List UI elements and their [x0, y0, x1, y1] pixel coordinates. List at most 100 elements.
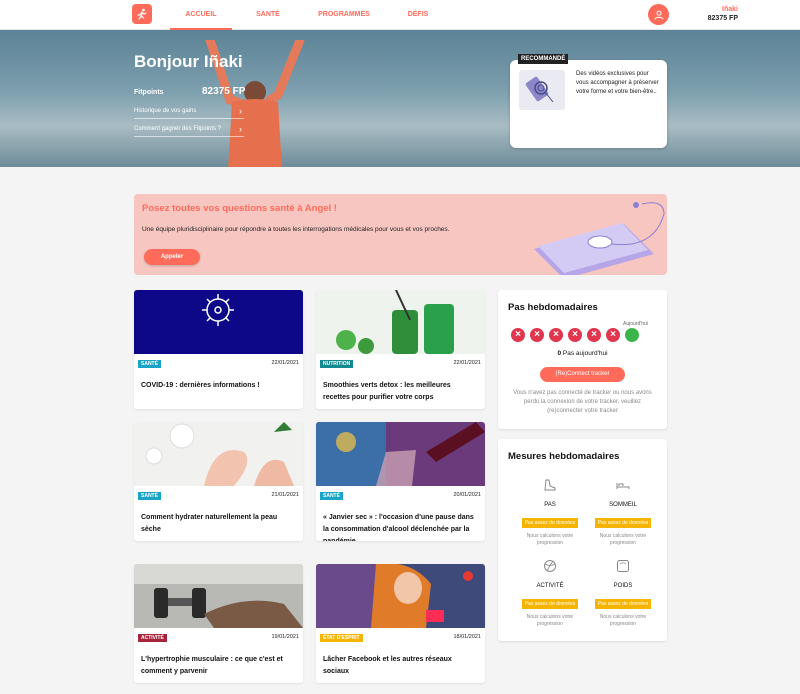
steps-today-value: 0: [557, 350, 562, 357]
nav-tab-defis[interactable]: DÉFIS: [386, 0, 450, 30]
today-progress-icon: [625, 328, 639, 342]
not-enough-data-badge: Pas assez de données: [594, 518, 652, 528]
user-fitpoints: 82375 FP: [707, 15, 738, 22]
runner-icon: [137, 8, 147, 20]
article-card-6[interactable]: ÉTAT D'ESPRIT 18/01/2021 Lâcher Facebook…: [316, 564, 485, 683]
shoe-icon: [544, 479, 556, 491]
skip-recommendation-label: Passer La Recommandation: [554, 126, 642, 133]
not-enough-data-badge: Pas assez de données: [521, 518, 579, 528]
chevron-right-icon: ›: [239, 124, 242, 134]
nav-tab-sante[interactable]: SANTÉ: [234, 0, 302, 30]
article-date: 19/01/2021: [271, 634, 299, 640]
article-image: [316, 564, 485, 628]
chevron-right-icon: ›: [239, 106, 242, 116]
nav-tab-accueil[interactable]: ACCUEIL: [170, 0, 232, 30]
measure-label: POIDS: [613, 583, 633, 589]
measure-activity[interactable]: ACTIVITÉ Pas assez de données Nous calcu…: [515, 559, 585, 628]
earn-fitpoints-link-label: Comment gagner des Fitpoints ?: [134, 126, 222, 132]
missed-day-icon: ×: [511, 328, 525, 342]
user-icon: [654, 10, 663, 20]
missed-day-icon: ×: [587, 328, 601, 342]
article-image: [134, 564, 303, 628]
article-card-3[interactable]: SANTÉ 21/01/2021 Comment hydrater nature…: [134, 422, 303, 541]
progress-note: Nous calculons votre progression: [526, 614, 574, 627]
article-title[interactable]: COVID-19 : dernières informations !: [141, 380, 297, 392]
article-date: 22/01/2021: [453, 360, 481, 366]
article-card-5[interactable]: ACTIVITÉ 19/01/2021 L'hypertrophie muscu…: [134, 564, 303, 683]
weekly-measures-title: Mesures hebdomadaires: [508, 451, 620, 462]
measure-sleep[interactable]: SOMMEIL Pas assez de données Nous calcul…: [588, 478, 658, 547]
recommendation-text: Des vidéos exclusives pour vous accompag…: [576, 71, 659, 95]
nav-tab-programmes[interactable]: PROGRAMMES: [304, 0, 384, 30]
measure-label: SOMMEIL: [609, 502, 637, 508]
progress-note: Nous calculons votre progression: [526, 533, 574, 546]
ball-icon: [544, 560, 556, 572]
tracker-note: Vous n'avez pas connecté de tracker ou n…: [513, 390, 652, 414]
article-image: [134, 290, 303, 354]
measure-label: PAS: [544, 502, 556, 508]
article-date: 21/01/2021: [271, 492, 299, 498]
connect-tracker-button[interactable]: (Re)Connect tracker: [540, 367, 625, 382]
category-tag[interactable]: SANTÉ: [320, 492, 343, 500]
scale-icon: [617, 560, 629, 572]
not-enough-data-badge: Pas assez de données: [521, 599, 579, 609]
missed-day-icon: ×: [568, 328, 582, 342]
article-title[interactable]: Comment hydrater naturellement la peau s…: [141, 512, 297, 536]
fitpoints-value: 82375 FP: [202, 86, 246, 97]
article-title[interactable]: Smoothies verts detox : les meilleures r…: [323, 380, 479, 404]
category-tag[interactable]: SANTÉ: [138, 360, 161, 368]
history-link-label: Historique de vos gains: [134, 108, 197, 114]
greeting-title: Bonjour Iñaki: [134, 52, 243, 71]
article-card-1[interactable]: SANTÉ 22/01/2021 COVID-19 : dernières in…: [134, 290, 303, 409]
measure-weight[interactable]: POIDS Pas assez de données Nous calculon…: [588, 559, 658, 628]
top-navigation-bar: ACCUEIL SANTÉ PROGRAMMES DÉFIS Iñaki 823…: [0, 0, 800, 30]
category-tag[interactable]: NUTRITION: [320, 360, 354, 368]
user-summary[interactable]: Iñaki 82375 FP: [708, 6, 738, 22]
app-logo[interactable]: [132, 4, 152, 24]
missed-day-icon: ×: [549, 328, 563, 342]
article-date: 18/01/2021: [453, 634, 481, 640]
fitpoints-label: Fitpoints: [134, 89, 164, 96]
measure-steps[interactable]: PAS Pas assez de données Nous calculons …: [515, 478, 585, 547]
article-card-2[interactable]: NUTRITION 22/01/2021 Smoothies verts det…: [316, 290, 485, 409]
article-card-4[interactable]: SANTÉ 20/01/2021 « Janvier sec » : l'occ…: [316, 422, 485, 541]
weekly-measures-panel: Mesures hebdomadaires PAS Pas assez de d…: [498, 439, 667, 641]
not-enough-data-badge: Pas assez de données: [594, 599, 652, 609]
call-button[interactable]: Appeler: [144, 249, 200, 265]
bed-icon: [616, 483, 630, 489]
progress-note: Nous calculons votre progression: [599, 614, 647, 627]
user-avatar[interactable]: [648, 4, 669, 25]
article-title[interactable]: Lâcher Facebook et les autres réseaux so…: [323, 654, 479, 678]
earn-fitpoints-link[interactable]: Comment gagner des Fitpoints ? ›: [134, 124, 244, 137]
progress-note: Nous calculons votre progression: [599, 533, 647, 546]
article-date: 20/01/2021: [453, 492, 481, 498]
main-nav: ACCUEIL SANTÉ PROGRAMMES DÉFIS: [170, 0, 452, 30]
angel-title: Posez toutes vos questions santé à Angel…: [142, 203, 337, 214]
history-link[interactable]: Historique de vos gains ›: [134, 106, 244, 119]
category-tag[interactable]: ACTIVITÉ: [138, 634, 167, 642]
skip-recommendation-button[interactable]: ⟳ Passer La Recommandation: [542, 124, 642, 133]
refresh-icon: ⟳: [542, 124, 549, 133]
angel-description: Une équipe pluridisciplinaire pour répon…: [142, 226, 450, 233]
article-title[interactable]: L'hypertrophie musculaire : ce que c'est…: [141, 654, 297, 678]
angel-banner: Posez toutes vos questions santé à Angel…: [134, 194, 667, 275]
user-name: Iñaki: [722, 6, 738, 13]
recommendation-card[interactable]: Des vidéos exclusives pour vous accompag…: [510, 60, 667, 148]
missed-day-icon: ×: [530, 328, 544, 342]
measure-label: ACTIVITÉ: [536, 583, 564, 589]
weekly-steps-panel: Pas hebdomadaires × × × × × × Aujourd'hu…: [498, 290, 667, 429]
recommended-badge: RECOMMANDÉ: [518, 54, 569, 64]
recommendation-thumbnail: [519, 70, 565, 110]
phone-illustration: [534, 202, 665, 275]
steps-today: 0 Pas aujourd'hui: [498, 350, 667, 357]
article-title[interactable]: « Janvier sec » : l'occasion d'une pause…: [323, 512, 479, 541]
article-image: [316, 422, 485, 486]
category-tag[interactable]: SANTÉ: [138, 492, 161, 500]
article-image: [134, 422, 303, 486]
weekly-steps-title: Pas hebdomadaires: [508, 302, 598, 313]
video-device-icon: [525, 76, 554, 103]
category-tag[interactable]: ÉTAT D'ESPRIT: [320, 634, 363, 642]
article-date: 22/01/2021: [271, 360, 299, 366]
article-image: [316, 290, 485, 354]
steps-today-label: Pas aujourd'hui: [562, 350, 608, 357]
